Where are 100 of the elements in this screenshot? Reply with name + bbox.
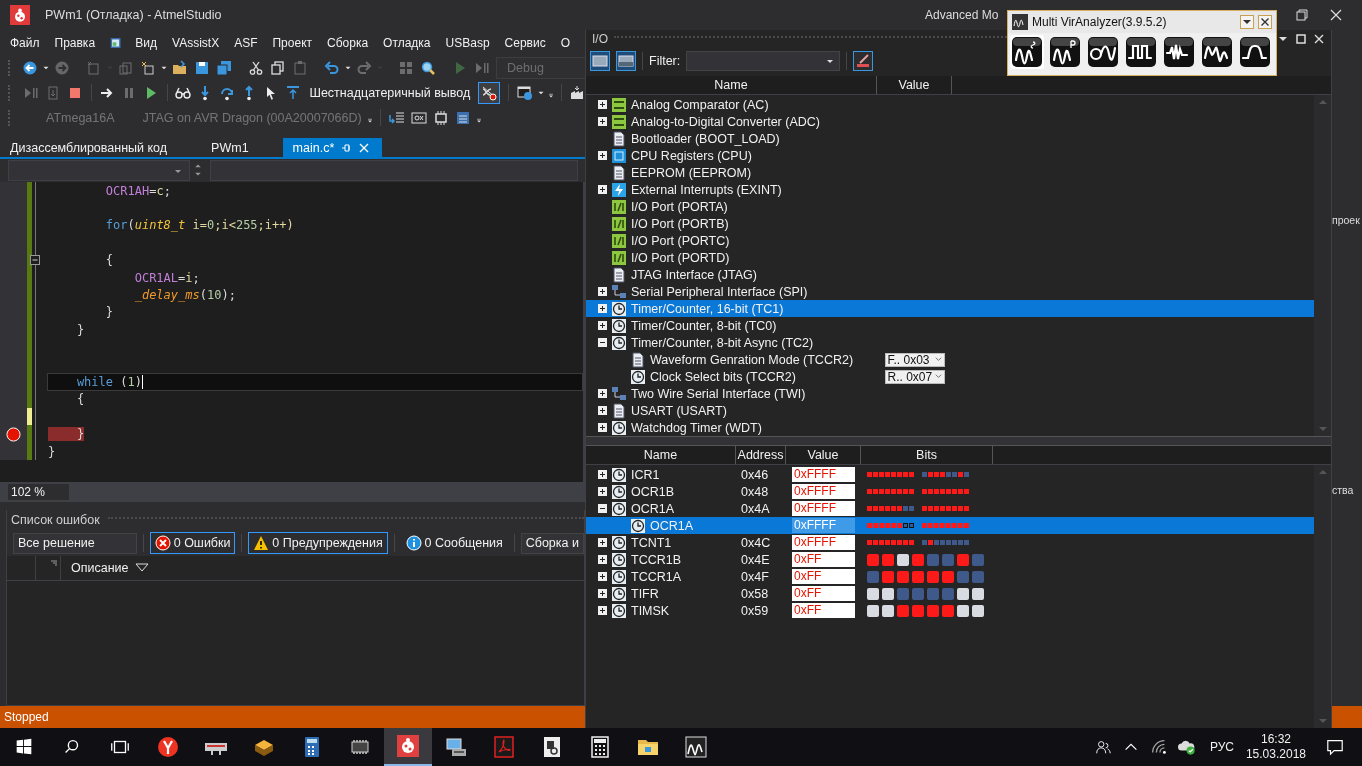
bit-indicator[interactable] xyxy=(867,604,879,617)
expand-button[interactable] xyxy=(598,100,607,109)
tree-row[interactable]: Bootloader (BOOT_LOAD) xyxy=(586,130,1314,147)
value-field[interactable]: 0xFFFF xyxy=(792,484,855,499)
menu-item[interactable]: ASF xyxy=(234,35,258,50)
column-header[interactable]: Name xyxy=(586,446,736,464)
cloud-check-icon[interactable] xyxy=(1177,738,1196,756)
bit-indicator[interactable] xyxy=(882,604,894,617)
expand-button[interactable] xyxy=(598,487,607,496)
tree-row[interactable]: I/O Port (PORTC) xyxy=(586,232,1314,249)
burst-wave-tool-button[interactable] xyxy=(1162,35,1196,69)
new-item-icon[interactable] xyxy=(140,59,156,76)
expand-button[interactable] xyxy=(598,151,607,160)
scrollbar[interactable] xyxy=(1314,95,1331,436)
menu-item[interactable]: Сборка xyxy=(327,35,369,50)
restore-button[interactable] xyxy=(1294,7,1310,23)
tree-row[interactable]: CPU Registers (CPU) xyxy=(586,147,1314,164)
register-row[interactable]: OCR1A 0x4A 0xFFFF xyxy=(586,500,1314,517)
window-layout-button[interactable] xyxy=(590,51,610,71)
close-icon[interactable] xyxy=(1313,33,1325,45)
tree-row[interactable]: I/O Port (PORTA) xyxy=(586,198,1314,215)
bit-indicator[interactable] xyxy=(897,553,909,566)
column-header[interactable]: Описание xyxy=(61,561,149,575)
tree-row[interactable]: Analog-to-Digital Converter (ADC) xyxy=(586,113,1314,130)
expand-button[interactable] xyxy=(598,287,607,296)
people-icon[interactable] xyxy=(1093,738,1112,756)
expand-button[interactable] xyxy=(598,338,607,347)
column-header[interactable]: Name xyxy=(586,76,877,94)
menu-item[interactable]: О xyxy=(560,35,570,50)
tree-row[interactable]: EEPROM (EEPROM) xyxy=(586,164,1314,181)
zoom-dropdown[interactable]: 102 % xyxy=(8,484,69,500)
column-header[interactable]: Value xyxy=(786,446,861,464)
tree-row[interactable]: Timer/Counter, 8-bit Async (TC2) xyxy=(586,334,1314,351)
clock[interactable]: 16:32 15.03.2018 xyxy=(1245,732,1306,762)
close-button[interactable] xyxy=(1328,7,1344,23)
copy-icon[interactable] xyxy=(270,59,286,76)
filter-icon[interactable] xyxy=(50,560,58,568)
hex-output-button[interactable]: Шестнадцатеричный вывод xyxy=(307,85,473,100)
menu-item[interactable]: VAssistX xyxy=(172,35,220,50)
bit-indicator[interactable] xyxy=(957,587,969,600)
column-header[interactable]: Value xyxy=(877,76,952,94)
scroll-down-icon[interactable] xyxy=(1317,426,1328,432)
expand-button[interactable] xyxy=(598,555,607,564)
waveform-tool-button[interactable] xyxy=(1200,35,1234,69)
bit-indicator[interactable] xyxy=(957,604,969,617)
save-icon[interactable] xyxy=(194,59,210,76)
breakpoint-icon[interactable] xyxy=(6,426,21,442)
maximize-icon[interactable] xyxy=(1295,33,1307,45)
collapse-icon[interactable] xyxy=(30,255,40,266)
pulse-tool-button[interactable] xyxy=(1238,35,1272,69)
waveform-tool-button[interactable] xyxy=(1048,35,1082,69)
register-row[interactable]: TCCR1B 0x4E 0xFF xyxy=(586,551,1314,568)
undo-icon[interactable] xyxy=(324,59,340,76)
window-layout-button[interactable] xyxy=(616,51,636,71)
warning-filter-button[interactable]: 0 Предупреждения xyxy=(248,532,388,554)
notifications-icon[interactable] xyxy=(1326,738,1344,756)
tree-row[interactable]: Timer/Counter, 16-bit (TC1) xyxy=(586,300,1314,317)
memory-icon[interactable] xyxy=(454,109,471,126)
tree-row[interactable]: Waveform Genration Mode (TCCR2) F.. 0x03 xyxy=(586,351,1314,368)
probe-tool-button[interactable] xyxy=(1086,35,1120,69)
value-dropdown[interactable]: R.. 0x07 xyxy=(884,369,945,384)
menu-item[interactable]: Проект xyxy=(272,35,312,50)
column-header[interactable]: Address xyxy=(736,446,786,464)
value-field[interactable]: 0xFFFF xyxy=(792,535,855,550)
tree-row[interactable]: Timer/Counter, 8-bit (TC0) xyxy=(586,317,1314,334)
document-tab[interactable]: main.c* xyxy=(282,138,383,157)
expand-button[interactable] xyxy=(598,423,607,432)
window-icon[interactable] xyxy=(516,84,533,101)
chip-icon[interactable] xyxy=(432,109,449,126)
expand-button[interactable] xyxy=(598,185,607,194)
document-tab[interactable]: PWm1 xyxy=(201,138,261,157)
dropdown-button[interactable] xyxy=(1240,15,1254,29)
tree-row[interactable]: External Interrupts (EXINT) xyxy=(586,181,1314,198)
register-row[interactable]: TIFR 0x58 0xFF xyxy=(586,585,1314,602)
value-dropdown[interactable]: F.. 0x03 xyxy=(884,352,945,367)
expand-button[interactable] xyxy=(598,606,607,615)
save-all-icon[interactable] xyxy=(216,59,232,76)
filter-field[interactable] xyxy=(686,51,841,71)
register-row[interactable]: TIMSK 0x59 0xFF xyxy=(586,602,1314,619)
value-field[interactable]: 0xFF xyxy=(792,603,855,618)
scroll-up-icon[interactable] xyxy=(1317,469,1328,475)
bit-indicator[interactable] xyxy=(972,587,984,600)
menu-item[interactable]: Вид xyxy=(135,35,157,50)
menu-item[interactable]: USBasp xyxy=(445,35,490,50)
value-field[interactable]: 0xFF xyxy=(792,586,855,601)
expand-button[interactable] xyxy=(598,470,607,479)
register-row[interactable]: ICR1 0x46 0xFFFF xyxy=(586,466,1314,483)
value-field[interactable]: 0xFFFF xyxy=(792,501,855,516)
info-filter-button[interactable]: 0 Сообщения xyxy=(400,532,508,554)
close-button[interactable] xyxy=(1258,15,1272,29)
magnifier-icon[interactable] xyxy=(420,59,436,76)
bit-indicator[interactable] xyxy=(972,604,984,617)
register-row[interactable]: OCR1B 0x48 0xFFFF xyxy=(586,483,1314,500)
error-filter-button[interactable]: 0 Ошибки xyxy=(149,532,236,554)
tree-row[interactable]: I/O Port (PORTB) xyxy=(586,215,1314,232)
tree-row[interactable]: Two Wire Serial Interface (TWI) xyxy=(586,385,1314,402)
source-dropdown[interactable]: Сборка и xyxy=(520,532,584,554)
waveform-tool-button[interactable] xyxy=(1010,35,1044,69)
column-header[interactable]: Bits xyxy=(861,446,993,464)
menu-item[interactable]: Правка xyxy=(54,35,96,50)
